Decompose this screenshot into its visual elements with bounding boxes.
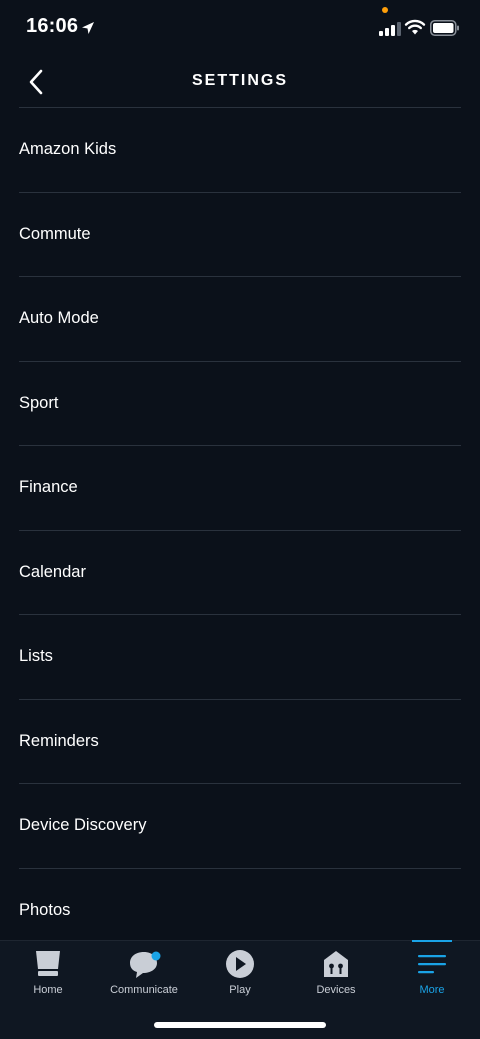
tab-play[interactable]: Play	[192, 941, 288, 1003]
navigation-header: SETTINGS	[0, 58, 480, 108]
settings-item-reminders[interactable]: Reminders	[19, 700, 461, 784]
settings-item-label: Auto Mode	[19, 309, 99, 328]
settings-item-label: Lists	[19, 647, 53, 666]
devices-house-icon	[324, 951, 348, 977]
settings-item-label: Reminders	[19, 731, 99, 750]
settings-item-label: Sport	[19, 393, 59, 412]
tab-communicate[interactable]: Communicate	[96, 941, 192, 1003]
cellular-signal-icon	[379, 20, 401, 36]
settings-item-photos[interactable]: Photos	[19, 869, 461, 941]
tab-label: Play	[229, 984, 251, 996]
settings-item-device-discovery[interactable]: Device Discovery	[19, 784, 461, 869]
settings-item-label: Device Discovery	[19, 816, 147, 835]
settings-item-amazon-kids[interactable]: Amazon Kids	[19, 108, 461, 193]
status-bar: 16:06	[0, 0, 480, 58]
page-title: SETTINGS	[191, 72, 288, 89]
settings-item-label: Finance	[19, 478, 78, 497]
settings-item-label: Photos	[19, 900, 71, 919]
menu-icon	[418, 955, 446, 974]
wifi-icon	[404, 19, 426, 35]
settings-item-label: Commute	[19, 224, 91, 243]
settings-item-label: Amazon Kids	[19, 140, 117, 159]
recording-indicator-dot	[382, 7, 388, 13]
tab-more[interactable]: More	[384, 941, 480, 1003]
home-icon	[36, 951, 60, 976]
status-time: 16:06	[26, 15, 79, 37]
settings-item-commute[interactable]: Commute	[19, 193, 461, 277]
settings-item-lists[interactable]: Lists	[19, 615, 461, 700]
settings-list: Amazon Kids Commute Auto Mode Sport Fina…	[0, 108, 480, 940]
settings-item-calendar[interactable]: Calendar	[19, 531, 461, 615]
chat-bubble-icon	[130, 951, 161, 978]
settings-item-label: Calendar	[19, 562, 86, 581]
settings-item-finance[interactable]: Finance	[19, 446, 461, 531]
battery-icon	[430, 20, 459, 36]
settings-item-sport[interactable]: Sport	[19, 362, 461, 446]
tab-label: Home	[33, 984, 63, 996]
tab-label: More	[419, 984, 445, 996]
settings-screen: 16:06 SETTINGS Amazon Kids Commute Auto …	[0, 0, 480, 1039]
tab-label: Communicate	[110, 984, 178, 996]
tab-devices[interactable]: Devices	[288, 941, 384, 1003]
tab-label: Devices	[316, 984, 356, 996]
settings-item-auto-mode[interactable]: Auto Mode	[19, 277, 461, 362]
tab-home[interactable]: Home	[0, 941, 96, 1003]
home-indicator-bar[interactable]	[154, 1022, 326, 1028]
play-icon	[226, 950, 254, 978]
location-arrow-icon	[82, 22, 94, 34]
